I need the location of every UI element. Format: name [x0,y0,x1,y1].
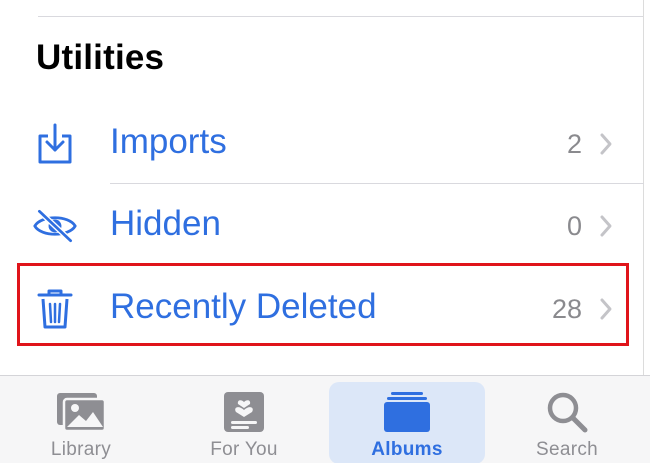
tab-label-for-you: For You [210,439,278,460]
top-divider [38,16,644,17]
tab-label-albums: Albums [371,439,443,460]
search-icon [539,388,595,436]
tab-label-library: Library [50,439,112,460]
tab-albums[interactable]: Albums [329,382,485,463]
import-icon [32,121,78,167]
row-count-hidden: 0 [566,211,582,241]
tab-bar: Library For You Albums Search [0,375,650,463]
row-label-imports: Imports [110,122,227,161]
tab-search[interactable]: Search [489,382,645,463]
utilities-row-hidden[interactable]: Hidden 0 [0,184,644,266]
section-title: Utilities [36,38,165,77]
row-label-recently-deleted: Recently Deleted [110,287,377,326]
albums-icon [379,388,435,436]
utilities-row-recently-deleted[interactable]: Recently Deleted 28 [0,267,644,349]
for-you-icon [216,388,272,436]
eye-slash-icon [32,203,78,249]
trash-icon [32,286,78,332]
tab-label-search: Search [535,439,598,460]
chevron-right-icon [598,132,614,156]
row-count-imports: 2 [566,129,582,159]
chevron-right-icon [598,297,614,321]
photo-library-icon [53,388,109,436]
row-label-hidden: Hidden [110,204,221,243]
tab-library[interactable]: Library [3,382,159,463]
photos-albums-screen: Utilities Imports 2 Hidden 0 Recently De… [0,0,650,463]
chevron-right-icon [598,214,614,238]
tab-for-you[interactable]: For You [166,382,322,463]
row-count-recently-deleted: 28 [551,294,582,324]
utilities-row-imports[interactable]: Imports 2 [0,102,644,184]
